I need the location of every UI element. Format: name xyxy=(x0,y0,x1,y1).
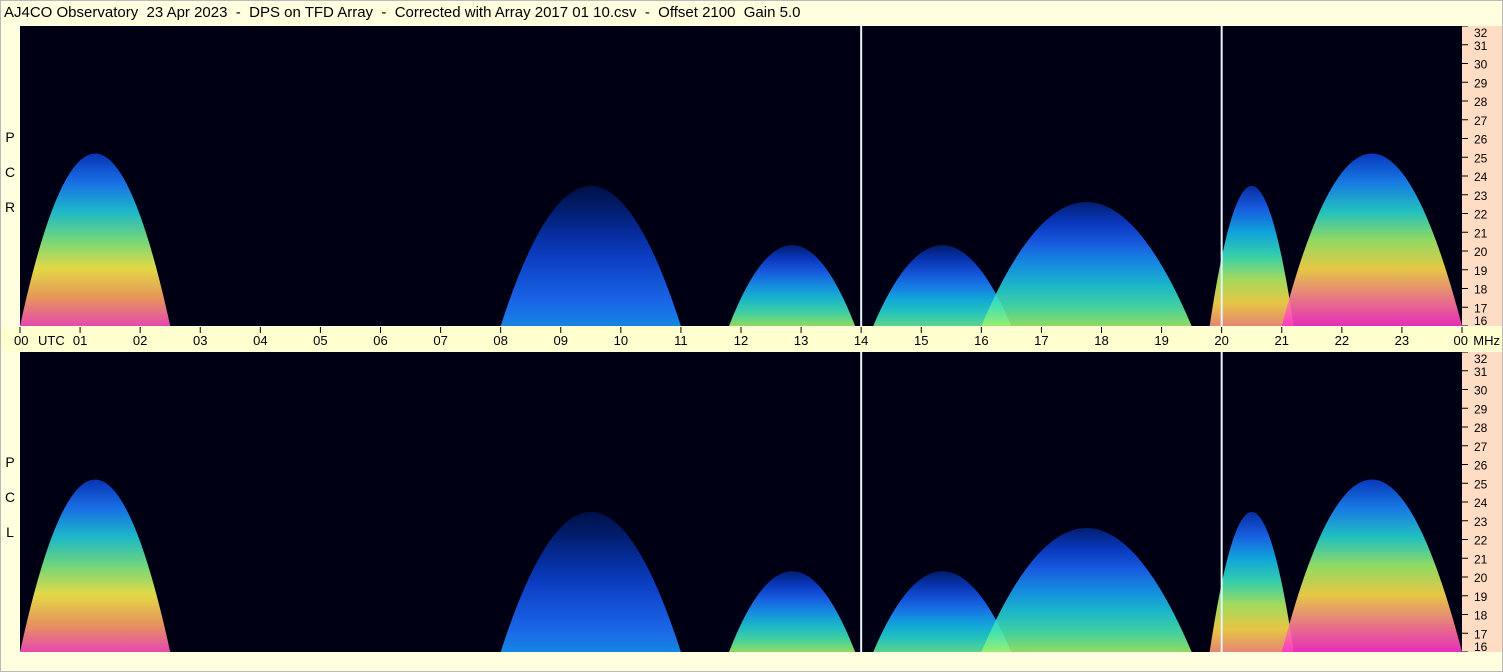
rcp-label-letter-r: R xyxy=(4,199,16,215)
time-tick-label-20: 20 xyxy=(1214,333,1228,348)
rcp-freq-tick-label-8: 24 xyxy=(1474,170,1488,184)
time-tick-label-6: 06 xyxy=(373,333,387,348)
time-tick-label-22: 22 xyxy=(1335,333,1349,348)
rcp-freq-tick-label-9: 23 xyxy=(1474,189,1488,203)
lcp-freq-tick-label-3: 29 xyxy=(1474,402,1488,416)
time-tick-label-21: 21 xyxy=(1275,333,1289,348)
time-tick-label-8: 08 xyxy=(493,333,507,348)
time-tick-label-1: 01 xyxy=(73,333,87,348)
time-tick-label-10: 10 xyxy=(614,333,628,348)
time-tick-label-12: 12 xyxy=(734,333,748,348)
lcp-freq-tick-label-6: 26 xyxy=(1474,459,1488,473)
rcp-polarization-label: P C R xyxy=(0,120,20,225)
time-tick-label-3: 03 xyxy=(193,333,207,348)
rcp-freq-tick-label-3: 29 xyxy=(1474,76,1488,90)
time-tick-label-23: 23 xyxy=(1395,333,1409,348)
rcp-freq-tick-label-1: 31 xyxy=(1474,39,1488,53)
time-axis-svg: 00 01 02 03 04 05 06 07 08 09 10 11 12 13 14 15 16 17 18 19… xyxy=(14,327,1500,348)
lcp-freq-tick-label-8: 24 xyxy=(1474,496,1488,510)
rcp-freq-tick-label-16: 16 xyxy=(1474,314,1488,326)
lcp-freq-tick-label-12: 20 xyxy=(1474,571,1488,585)
lcp-freq-tick-label-1: 31 xyxy=(1474,365,1488,379)
rcp-label-letter-p: P xyxy=(5,129,15,145)
time-tick-label-5: 05 xyxy=(313,333,327,348)
lcp-frequency-axis: 32 31 30 29 28 27 26 25 24 23 22 21 20 19 18 17 16 xyxy=(1462,352,1503,652)
frequency-unit-label: MHz xyxy=(1473,333,1500,348)
lcp-frequency-axis-svg: 3231302928272625242322212019181716 xyxy=(1462,352,1488,652)
time-tick-label-11: 11 xyxy=(674,333,688,348)
lcp-label-letter-l: L xyxy=(6,524,14,540)
time-tick-label-7: 07 xyxy=(433,333,447,348)
time-tick-label-16: 16 xyxy=(974,333,988,348)
rcp-freq-tick-label-2: 30 xyxy=(1474,58,1488,72)
rcp-frequency-axis: 32 31 30 29 28 27 26 25 24 23 22 21 20 19 18 17 16 xyxy=(1462,26,1503,326)
lcp-label-letter-c: C xyxy=(4,489,16,505)
rcp-freq-tick-label-14: 18 xyxy=(1474,283,1488,297)
time-axis: 00 01 02 03 04 05 06 07 08 09 10 11 12 13 14 15 16 17 18 19… xyxy=(0,327,1503,351)
lcp-label-letter-p: P xyxy=(5,454,15,470)
time-tick-label-13: 13 xyxy=(794,333,808,348)
rcp-spectrogram-plot xyxy=(20,26,1462,326)
lcp-freq-tick-label-9: 23 xyxy=(1474,515,1488,529)
time-tick-label-17: 17 xyxy=(1034,333,1048,348)
lcp-freq-tick-label-10: 22 xyxy=(1474,534,1488,548)
rcp-freq-tick-label-5: 27 xyxy=(1474,114,1488,128)
rcp-freq-tick-label-4: 28 xyxy=(1474,95,1488,109)
lcp-freq-tick-label-13: 19 xyxy=(1474,590,1488,604)
time-tick-label-9: 09 xyxy=(554,333,568,348)
rcp-freq-tick-label-11: 21 xyxy=(1474,226,1488,240)
time-tick-label-24: 00 xyxy=(1454,333,1468,348)
lcp-spectrogram xyxy=(20,352,1462,652)
lcp-freq-tick-label-16: 16 xyxy=(1474,640,1488,652)
time-tick-label-15: 15 xyxy=(914,333,928,348)
time-tick-label-2: 02 xyxy=(133,333,147,348)
time-tick-label-4: 04 xyxy=(253,333,267,348)
lcp-freq-tick-label-5: 27 xyxy=(1474,440,1488,454)
lcp-freq-tick-label-7: 25 xyxy=(1474,477,1488,491)
time-tick-label-19: 19 xyxy=(1154,333,1168,348)
rcp-freq-tick-label-12: 20 xyxy=(1474,245,1488,259)
time-tick-label-14: 14 xyxy=(854,333,868,348)
time-tick-label-18: 18 xyxy=(1094,333,1108,348)
rcp-spectrogram xyxy=(20,26,1462,326)
rcp-frequency-axis-svg: 3231302928272625242322212019181716 xyxy=(1462,26,1488,326)
rcp-freq-tick-label-13: 19 xyxy=(1474,264,1488,278)
lcp-freq-tick-label-2: 30 xyxy=(1474,384,1488,398)
rcp-freq-tick-label-6: 26 xyxy=(1474,133,1488,147)
rcp-label-letter-c: C xyxy=(4,164,16,180)
window-title: AJ4CO Observatory 23 Apr 2023 - DPS on T… xyxy=(4,4,801,21)
lcp-freq-tick-label-14: 18 xyxy=(1474,609,1488,623)
time-tick-label-0: 00 xyxy=(14,333,28,348)
lcp-freq-tick-label-4: 28 xyxy=(1474,421,1488,435)
rcp-freq-tick-label-10: 22 xyxy=(1474,208,1488,222)
lcp-freq-tick-label-11: 21 xyxy=(1474,552,1488,566)
lcp-spectrogram-plot xyxy=(20,352,1462,652)
time-unit-label: UTC xyxy=(38,333,65,348)
rcp-freq-tick-label-7: 25 xyxy=(1474,151,1488,165)
lcp-polarization-label: P C L xyxy=(0,445,20,550)
